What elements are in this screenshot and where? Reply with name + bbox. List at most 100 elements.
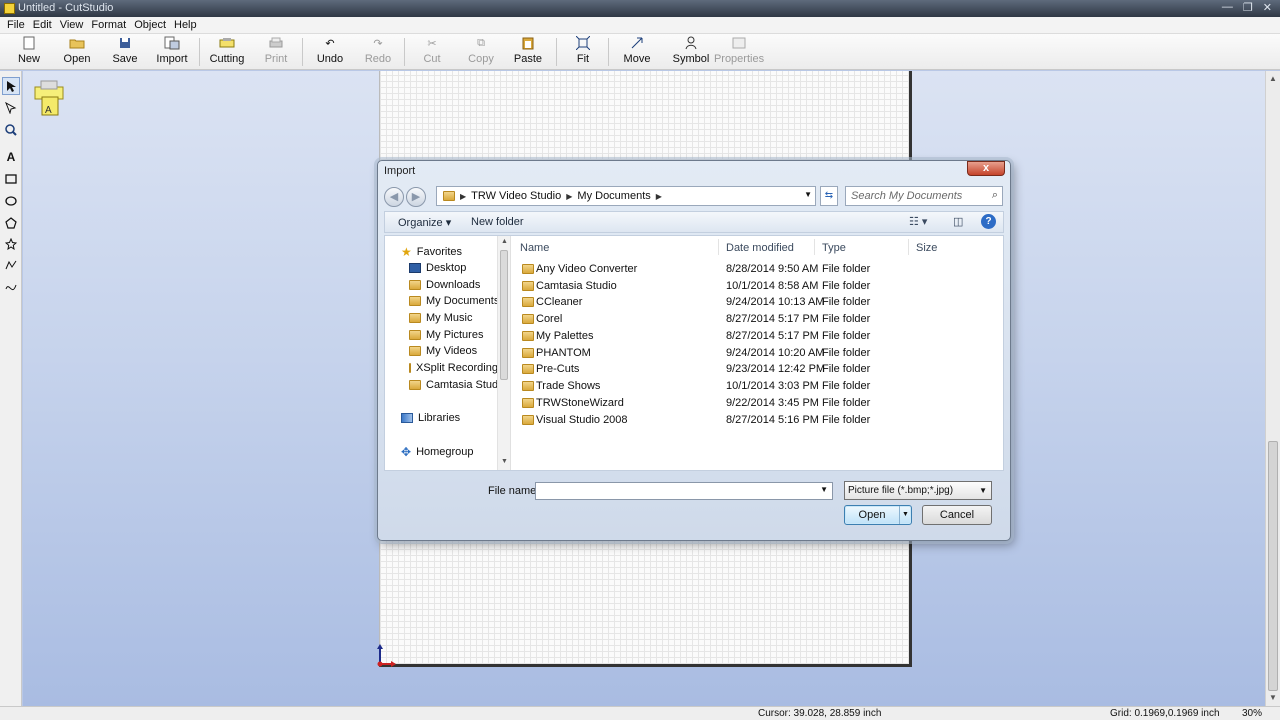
breadcrumb-item[interactable]: My Documents <box>577 190 650 202</box>
text-icon[interactable]: A <box>2 148 20 166</box>
file-row[interactable]: CCleaner 9/24/2014 10:13 AM File folder <box>512 294 992 310</box>
star-icon[interactable] <box>2 235 20 253</box>
column-divider[interactable] <box>718 239 719 255</box>
cutter-device-icon[interactable]: A <box>33 79 65 119</box>
file-browser: ★ Favorites Desktop Downloads My Documen… <box>384 235 1004 471</box>
select-arrow-icon[interactable] <box>2 77 20 95</box>
ellipse-icon[interactable] <box>2 192 20 210</box>
menu-help[interactable]: Help <box>171 17 202 33</box>
import-button[interactable]: Import <box>154 36 190 68</box>
scroll-thumb[interactable] <box>1268 441 1278 691</box>
toolbar-separator <box>608 38 609 66</box>
minimize-button[interactable]: — <box>1222 1 1233 14</box>
forward-icon[interactable]: ▶ <box>406 187 426 207</box>
nav-downloads[interactable]: Downloads <box>409 279 480 291</box>
open-button[interactable]: Open ▼ <box>844 505 912 525</box>
new-button[interactable]: New <box>14 36 44 68</box>
redo-button[interactable]: ↷ Redo <box>364 36 392 68</box>
zoom-icon[interactable] <box>2 121 20 139</box>
copy-button[interactable]: ⧉ Copy <box>466 36 496 68</box>
menu-format[interactable]: Format <box>88 17 131 33</box>
column-divider[interactable] <box>814 239 815 255</box>
polygon-icon[interactable] <box>2 214 20 232</box>
undo-button[interactable]: ↶ Undo <box>314 36 346 68</box>
column-divider[interactable] <box>908 239 909 255</box>
column-header-type[interactable]: Type <box>822 242 846 254</box>
refresh-icon[interactable]: ⇆ <box>820 186 838 206</box>
file-type-select[interactable]: Picture file (*.bmp;*.jpg) ▼ <box>844 481 992 500</box>
move-button[interactable]: Move <box>622 36 652 68</box>
new-folder-button[interactable]: New folder <box>471 216 524 228</box>
file-row[interactable]: PHANTOM 9/24/2014 10:20 AM File folder <box>512 345 992 361</box>
organize-button[interactable]: Organize ▾ <box>398 216 451 229</box>
file-row[interactable]: Corel 8/27/2014 5:17 PM File folder <box>512 311 992 327</box>
column-header-date[interactable]: Date modified <box>726 242 794 254</box>
menu-view[interactable]: View <box>57 17 89 33</box>
file-row[interactable]: Camtasia Studio 10/1/2014 8:58 AM File f… <box>512 278 992 294</box>
scroll-down-icon[interactable]: ▼ <box>1269 693 1277 702</box>
file-row[interactable]: Visual Studio 2008 8/27/2014 5:16 PM Fil… <box>512 412 992 428</box>
breadcrumb[interactable]: ▶ TRW Video Studio ▶ My Documents ▶ ▼ <box>436 186 816 206</box>
nav-my-pictures[interactable]: My Pictures <box>409 329 483 341</box>
paste-button[interactable]: Paste <box>513 36 543 68</box>
file-name-field[interactable]: ▼ <box>535 482 833 500</box>
file-row[interactable]: Any Video Converter 8/28/2014 9:50 AM Fi… <box>512 261 992 277</box>
nav-camtasia-studio[interactable]: Camtasia Studio <box>409 379 507 391</box>
chevron-down-icon[interactable]: ▼ <box>820 485 828 494</box>
folder-icon <box>409 296 421 306</box>
nav-pane-scrollbar[interactable]: ▲ ▼ <box>497 236 510 470</box>
properties-button[interactable]: Properties <box>714 36 764 68</box>
chevron-down-icon[interactable]: ▼ <box>899 506 911 524</box>
maximize-button[interactable]: ❐ <box>1243 1 1253 14</box>
save-button[interactable]: Save <box>110 36 140 68</box>
vertical-scrollbar[interactable]: ▲ ▼ <box>1265 71 1280 706</box>
cutting-button[interactable]: Cutting <box>208 36 246 68</box>
file-row[interactable]: Trade Shows 10/1/2014 3:03 PM File folde… <box>512 378 992 394</box>
nav-favorites[interactable]: ★ Favorites <box>401 245 462 259</box>
search-input[interactable]: Search My Documents ⌕ <box>845 186 1003 206</box>
column-header-size[interactable]: Size <box>916 242 937 254</box>
breadcrumb-item[interactable]: TRW Video Studio <box>471 190 561 202</box>
line-icon[interactable] <box>2 256 20 274</box>
open-button[interactable]: Open <box>62 36 92 68</box>
toolbar-separator <box>199 38 200 66</box>
menu-file[interactable]: File <box>4 17 30 33</box>
preview-pane-icon[interactable]: ◫ <box>953 215 963 228</box>
print-button[interactable]: Print <box>262 36 290 68</box>
nav-libraries[interactable]: Libraries <box>401 412 460 424</box>
column-header-name[interactable]: Name <box>520 242 549 254</box>
file-row[interactable]: My Palettes 8/27/2014 5:17 PM File folde… <box>512 328 992 344</box>
cut-button[interactable]: ✂ Cut <box>420 36 444 68</box>
menu-object[interactable]: Object <box>131 17 171 33</box>
scroll-up-icon[interactable]: ▲ <box>1269 74 1277 83</box>
view-options-icon[interactable]: ☷ ▾ <box>909 215 927 228</box>
fit-button[interactable]: Fit <box>570 36 596 68</box>
back-icon[interactable]: ◀ <box>384 187 404 207</box>
nav-my-videos[interactable]: My Videos <box>409 345 477 357</box>
nav-my-documents[interactable]: My Documents <box>409 295 499 307</box>
import-icon <box>164 36 180 50</box>
curve-icon[interactable] <box>2 277 20 295</box>
dialog-close-button[interactable]: x <box>967 161 1005 176</box>
help-icon[interactable]: ? <box>981 214 996 229</box>
folder-icon <box>409 330 421 340</box>
scroll-down-icon[interactable]: ▼ <box>501 458 508 465</box>
window-close-button[interactable]: ✕ <box>1263 1 1272 14</box>
search-icon: ⌕ <box>991 189 998 201</box>
nav-homegroup[interactable]: ✥ Homegroup <box>401 445 474 459</box>
symbol-button[interactable]: Symbol <box>672 36 710 68</box>
rectangle-icon[interactable] <box>2 170 20 188</box>
file-row[interactable]: TRWStoneWizard 9/22/2014 3:45 PM File fo… <box>512 395 992 411</box>
cancel-button[interactable]: Cancel <box>922 505 992 525</box>
nav-desktop[interactable]: Desktop <box>409 262 466 274</box>
folder-icon <box>522 415 534 425</box>
menu-edit[interactable]: Edit <box>30 17 57 33</box>
scroll-thumb[interactable] <box>500 250 508 380</box>
chevron-down-icon[interactable]: ▼ <box>804 190 812 199</box>
redo-icon: ↷ <box>373 37 383 50</box>
scroll-up-icon[interactable]: ▲ <box>501 238 508 245</box>
file-row[interactable]: Pre-Cuts 9/23/2014 12:42 PM File folder <box>512 361 992 377</box>
nav-xsplit-recordings[interactable]: XSplit Recording: <box>409 362 497 374</box>
node-edit-icon[interactable] <box>2 99 20 117</box>
nav-my-music[interactable]: My Music <box>409 312 472 324</box>
